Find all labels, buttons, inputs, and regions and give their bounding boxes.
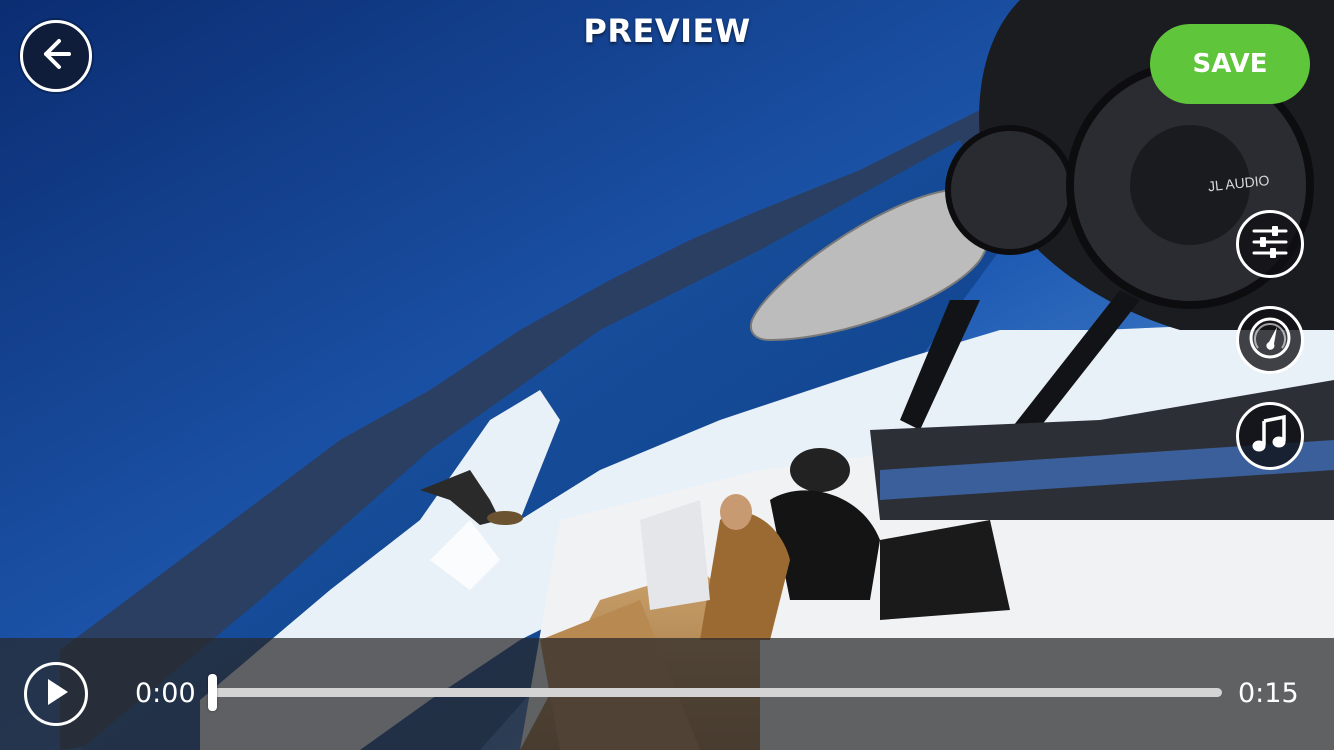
speedometer-icon xyxy=(1247,315,1293,366)
speed-button[interactable] xyxy=(1236,306,1304,374)
total-time: 0:15 xyxy=(1238,678,1299,709)
sliders-icon xyxy=(1250,224,1290,265)
timeline-handle[interactable] xyxy=(208,674,217,711)
save-button[interactable]: SAVE xyxy=(1150,24,1310,104)
play-button[interactable] xyxy=(24,662,88,726)
play-icon xyxy=(41,676,71,713)
current-time: 0:00 xyxy=(135,678,196,709)
music-note-icon xyxy=(1250,413,1290,460)
player-controls: 0:00 0:15 xyxy=(0,638,1334,750)
page-title: PREVIEW xyxy=(583,12,751,50)
music-button[interactable] xyxy=(1236,402,1304,470)
adjustments-button[interactable] xyxy=(1236,210,1304,278)
timeline-scrubber[interactable] xyxy=(208,674,1222,711)
